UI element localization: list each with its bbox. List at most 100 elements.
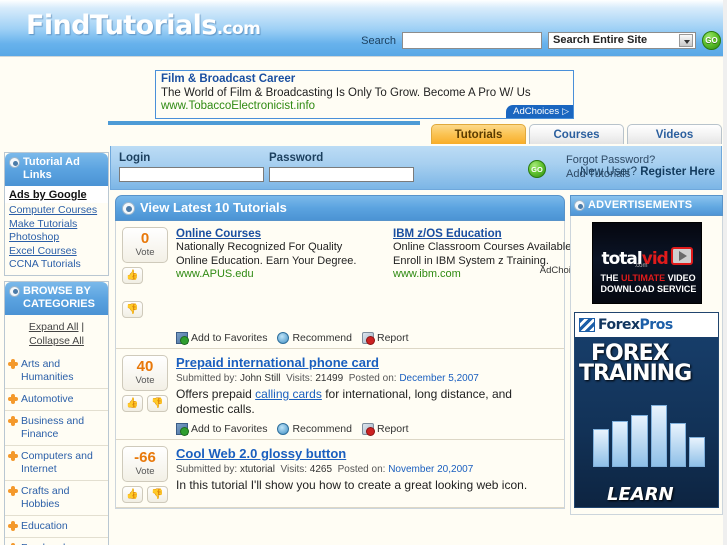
ad-link-ccna-tutorials[interactable]: CCNA Tutorials [9, 258, 108, 272]
favorites-disk-icon [176, 332, 189, 345]
recommend-globe-icon [277, 423, 290, 435]
thumbs-up-icon[interactable]: 👍 [122, 486, 143, 503]
category-label: Crafts and Hobbies [21, 484, 70, 510]
collapse-all-link[interactable]: Collapse All [29, 335, 84, 347]
report-button[interactable]: Report [361, 332, 409, 345]
inline-ad-title[interactable]: Online Courses [176, 228, 371, 240]
thumbs-up-icon[interactable]: 👍 [122, 395, 143, 412]
register-here-link[interactable]: Register Here [640, 166, 715, 178]
category-item-food-and-cooking[interactable]: Food and Cooking [5, 536, 108, 545]
target-bullet-icon [122, 201, 135, 215]
category-item-crafts-and-hobbies[interactable]: Crafts and Hobbies [5, 479, 108, 515]
add-to-favorites-label: Add to Favorites [191, 332, 268, 344]
recommend-button[interactable]: Recommend [277, 332, 352, 344]
login-go-button[interactable]: GO [528, 160, 546, 178]
tab-tutorials[interactable]: Tutorials [431, 124, 526, 144]
category-item-arts-and-humanities[interactable]: Arts and Humanities [5, 354, 108, 388]
inline-ad-body: Online Classroom Courses Available. Enro… [393, 241, 575, 267]
forex-chart-bar [650, 405, 667, 467]
forex-cta-label: LEARN [607, 484, 674, 505]
tutorial-visits: 4265 [309, 464, 333, 475]
category-item-education[interactable]: Education [5, 514, 108, 537]
row-body: Online Courses Nationally Recognized For… [168, 227, 596, 345]
ad-link-make-tutorials[interactable]: Make Tutorials [9, 218, 108, 232]
tutorial-description: In this tutorial I'll show you how to cr… [176, 478, 528, 492]
thumbs-down-icon[interactable]: 👎 [147, 486, 168, 503]
category-label: Business and Finance [21, 414, 85, 440]
top-ad-title[interactable]: Film & Broadcast Career [156, 71, 573, 85]
advertisements-header: ADVERTISEMENTS [570, 195, 723, 216]
login-label: Login [119, 152, 151, 164]
add-to-favorites-button[interactable]: Add to Favorites [176, 332, 268, 345]
logo-main: FindTutorials [26, 10, 217, 41]
category-item-computers-and-internet[interactable]: Computers and Internet [5, 444, 108, 480]
inline-ad-unit-1[interactable]: Online Courses Nationally Recognized For… [176, 228, 371, 280]
forexpros-brand-bar: ForexPros [575, 313, 718, 337]
category-item-business-and-finance[interactable]: Business and Finance [5, 409, 108, 445]
category-item-automotive[interactable]: Automotive [5, 387, 108, 410]
chevron-down-icon [679, 34, 693, 47]
tabbar-accent-rule [108, 121, 420, 125]
calling-cards-link[interactable]: calling cards [255, 387, 322, 401]
tagline-the: THE [600, 273, 622, 283]
left-sidebar: Tutorial Ad Links Ads by Google Computer… [4, 152, 109, 545]
tutorial-visits: 21499 [315, 373, 344, 384]
category-label: Computers and Internet [21, 449, 93, 475]
expand-all-link[interactable]: Expand All [29, 321, 79, 333]
header-search-area: Search Search Entire Site GO [361, 31, 721, 50]
password-label: Password [269, 152, 324, 164]
row-body: Prepaid international phone card Submitt… [168, 355, 560, 436]
vote-control-group: 0 Vote 👍 👎 [122, 227, 168, 344]
thumbs-up-icon[interactable]: 👍 [122, 267, 143, 284]
vote-score-card: -66 Vote [122, 446, 168, 482]
search-go-button[interactable]: GO [702, 31, 721, 50]
search-scope-select[interactable]: Search Entire Site [548, 32, 696, 49]
tutorial-list: 0 Vote 👍 👎 Online Courses Nationally Rec… [115, 221, 596, 509]
thumbs-down-icon[interactable]: 👎 [147, 395, 168, 412]
totalvid-banner-ad[interactable]: totalvid .com THE ULTIMATE VIDEO DOWNLOA… [591, 222, 702, 304]
posted-on-label: Posted on: [348, 373, 397, 384]
category-list: Arts and Humanities Automotive Business … [5, 353, 108, 545]
ad-link-photoshop[interactable]: Photoshop [9, 231, 108, 245]
search-input[interactable] [402, 32, 542, 49]
top-ad-unit[interactable]: Film & Broadcast Career The World of Fil… [155, 70, 574, 119]
inline-google-ads: Online Courses Nationally Recognized For… [176, 227, 596, 280]
forexpros-banner-ad[interactable]: ForexPros FOREX TRAINING LEARN [574, 312, 719, 508]
tutorial-date: November 20,2007 [388, 464, 474, 475]
new-user-area: New User? Register Here [580, 166, 715, 178]
submitted-by-label: Submitted by: [176, 464, 238, 475]
thumbs-down-icon[interactable]: 👎 [122, 301, 143, 318]
tutorial-ad-links-title: Tutorial Ad Links [23, 156, 80, 181]
ads-by-google-label: Ads by Google [9, 189, 87, 201]
row-body: Cool Web 2.0 glossy button Submitted by:… [168, 446, 560, 503]
vote-control-group: 40 Vote 👍 👎 [122, 355, 168, 435]
ad-link-computer-courses[interactable]: Computer Courses [9, 204, 108, 218]
tutorial-meta: Submitted by: xtutorial Visits: 4265 Pos… [176, 462, 560, 477]
site-logo[interactable]: FindTutorials.com [26, 10, 261, 41]
login-input[interactable] [119, 167, 264, 182]
forgot-password-link[interactable]: Forgot Password? [566, 153, 655, 167]
tutorial-title-link[interactable]: Cool Web 2.0 glossy button [176, 446, 346, 462]
tab-videos[interactable]: Videos [627, 124, 722, 144]
page-scrollbar[interactable] [723, 0, 727, 545]
vote-score-card: 40 Vote [122, 355, 168, 391]
adchoices-label: AdChoices [513, 106, 560, 117]
login-bar: Login Password GO Forgot Password? Add T… [110, 146, 722, 190]
tutorial-ad-links-panel: Tutorial Ad Links Ads by Google Computer… [4, 152, 109, 276]
add-to-favorites-button[interactable]: Add to Favorites [176, 423, 267, 436]
tutorial-title-link[interactable]: Prepaid international phone card [176, 355, 379, 371]
forex-chart-bar [612, 421, 629, 467]
category-node-icon [8, 358, 18, 369]
category-node-icon [8, 520, 18, 531]
top-ad-adchoices[interactable]: AdChoices ▷ [506, 105, 573, 118]
vote-buttons: 👍 👎 [122, 486, 168, 503]
tab-courses[interactable]: Courses [529, 124, 624, 144]
ad-link-excel-courses[interactable]: Excel Courses [9, 245, 108, 259]
password-input[interactable] [269, 167, 414, 182]
latest-tutorials-title: View Latest 10 Tutorials [140, 200, 287, 215]
report-button[interactable]: Report [361, 423, 409, 436]
favorites-disk-icon [176, 423, 189, 436]
row-actions: Add to Favorites Recommend Report [176, 417, 560, 436]
inline-ad-title[interactable]: IBM z/OS Education [393, 228, 588, 240]
recommend-button[interactable]: Recommend [277, 423, 352, 435]
